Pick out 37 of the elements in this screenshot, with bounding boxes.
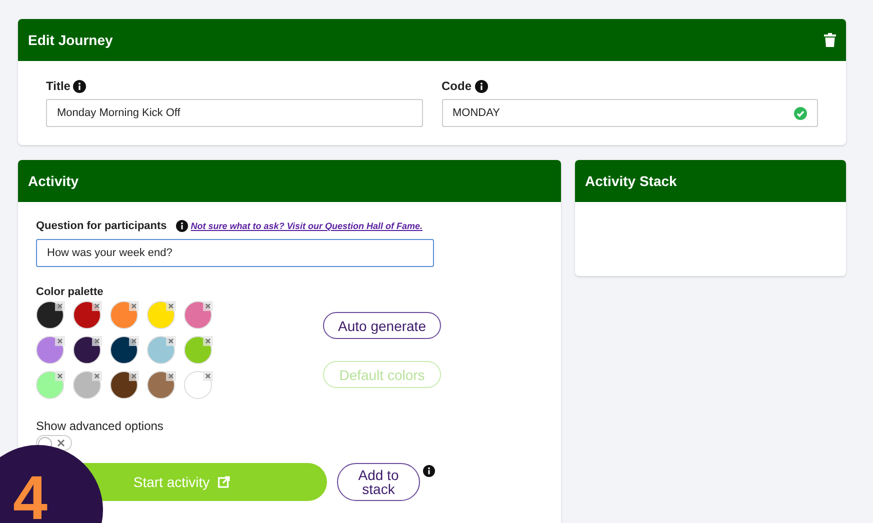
card-title: Activity [28, 173, 79, 189]
card-title: Activity Stack [585, 173, 677, 189]
remove-icon[interactable] [203, 301, 213, 311]
add-to-stack-button[interactable]: Add to stack [337, 463, 420, 501]
remove-icon[interactable] [166, 336, 176, 346]
card-title: Edit Journey [28, 32, 113, 48]
question-field[interactable]: How was your week end? [36, 239, 434, 267]
remove-icon[interactable] [166, 301, 176, 311]
text-field[interactable]: Monday Morning Kick Off [46, 99, 422, 127]
info-icon[interactable] [423, 465, 435, 477]
check-icon [794, 106, 807, 120]
remove-icon[interactable] [129, 301, 139, 311]
info-icon[interactable] [176, 220, 188, 232]
palette-button[interactable]: Auto generate [323, 312, 441, 339]
remove-icon[interactable] [92, 301, 102, 311]
info-icon[interactable] [73, 80, 86, 92]
remove-icon[interactable] [55, 301, 65, 311]
text-field[interactable]: MONDAY [442, 99, 818, 127]
field-label: Code [442, 79, 472, 93]
remove-icon[interactable] [92, 371, 102, 381]
remove-icon[interactable] [203, 371, 213, 381]
palette-label: Color palette [36, 286, 104, 298]
field-label: Title [46, 79, 70, 93]
trash-icon[interactable] [824, 33, 836, 47]
remove-icon[interactable] [55, 336, 65, 346]
remove-icon[interactable] [129, 336, 139, 346]
advanced-options-label: Show advanced options [36, 419, 164, 433]
remove-icon[interactable] [129, 371, 139, 381]
close-icon [57, 439, 65, 447]
remove-icon[interactable] [55, 371, 65, 381]
remove-icon[interactable] [92, 336, 102, 346]
remove-icon[interactable] [203, 336, 213, 346]
info-icon[interactable] [474, 80, 488, 92]
external-link-icon [218, 476, 230, 488]
remove-icon[interactable] [166, 371, 176, 381]
question-label: Question for participants [36, 220, 167, 232]
hall-of-fame-link[interactable]: Not sure what to ask? Visit our Question Hall of Fame. [190, 221, 422, 231]
